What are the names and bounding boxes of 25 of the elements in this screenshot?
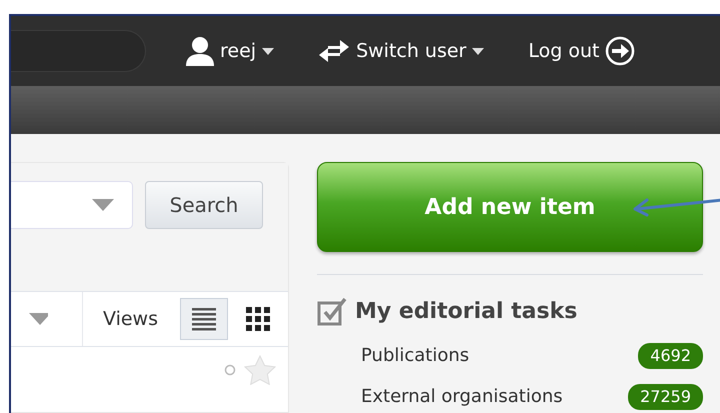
grid-icon <box>245 306 271 332</box>
search-button[interactable]: Search <box>145 181 263 229</box>
star-icon[interactable] <box>244 355 276 385</box>
caret-icon <box>262 48 274 54</box>
caret-icon <box>472 48 484 54</box>
circle-icon[interactable] <box>224 364 236 376</box>
swap-arrows-icon <box>318 37 350 65</box>
section-title: My editorial tasks <box>355 298 578 326</box>
views-label: Views <box>103 306 158 332</box>
task-link[interactable]: Publications <box>361 342 470 369</box>
logout-icon <box>605 36 636 66</box>
caret-icon <box>92 199 114 211</box>
search-field[interactable] <box>11 30 146 72</box>
task-link[interactable]: External organisations <box>361 383 563 410</box>
user-icon <box>186 36 214 66</box>
list-icon <box>191 306 217 332</box>
count-badge: 27259 <box>628 384 703 410</box>
logout-link[interactable]: Log out <box>528 36 636 66</box>
filter-dropdown[interactable] <box>11 181 133 229</box>
count-badge: 4692 <box>638 342 703 368</box>
caret-icon[interactable] <box>29 313 48 325</box>
switch-user-menu[interactable]: Switch user <box>318 36 484 66</box>
user-menu[interactable]: reej <box>186 36 274 66</box>
checkbox-icon <box>317 296 347 326</box>
list-view-button[interactable] <box>180 298 228 340</box>
